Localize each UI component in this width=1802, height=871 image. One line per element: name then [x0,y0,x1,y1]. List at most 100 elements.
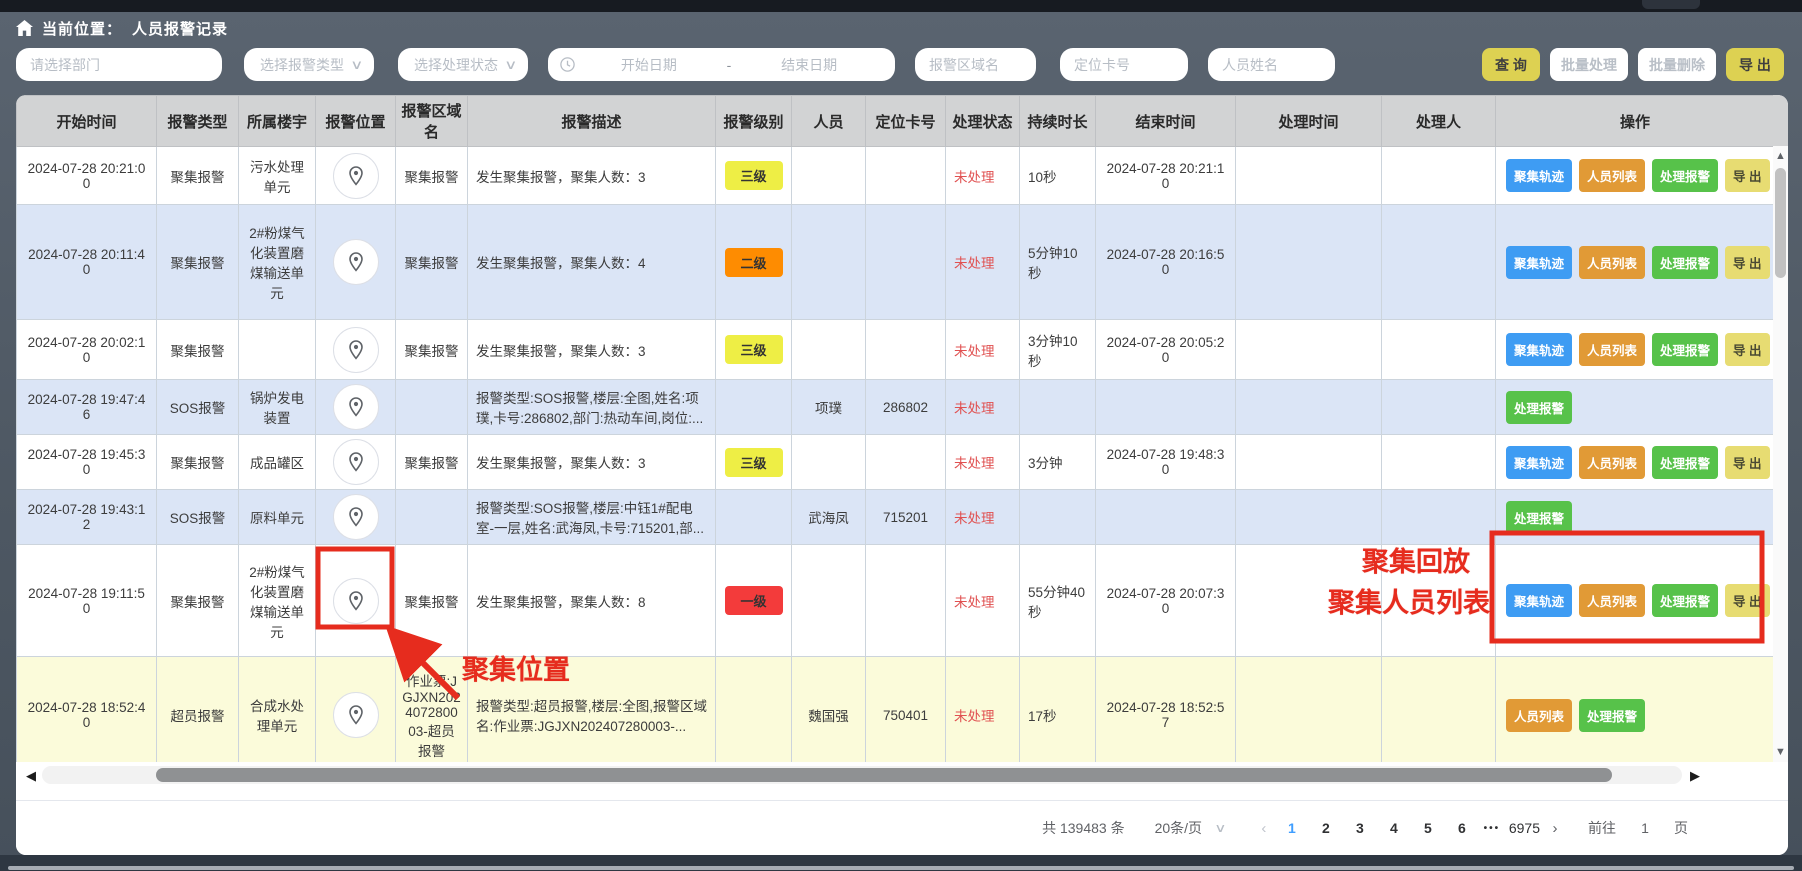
scroll-down-arrow[interactable]: ▼ [1773,746,1788,758]
alarm-type-select[interactable]: 选择报警类型 ∨ [244,48,374,81]
handle-alarm-button[interactable]: 处理报警 [1506,391,1572,424]
handle-status-select[interactable]: 选择处理状态 ∨ [398,48,528,81]
cell-alarm-desc: 报警类型:SOS报警,楼层:中钰1#配电室-一层,姓名:武海凤,卡号:71520… [468,490,716,545]
cluster-track-button[interactable]: 聚集轨迹 [1506,446,1572,479]
location-pin-icon[interactable] [333,384,379,430]
export-row-button[interactable]: 导 出 [1725,159,1769,192]
horizontal-scrollbar[interactable]: ◀ ▶ [16,762,1788,800]
area-name-input[interactable] [915,48,1036,81]
batch-delete-button[interactable]: 批量删除 [1638,48,1716,81]
page-buttons: 123456 [1275,820,1479,836]
next-page-button[interactable]: › [1544,820,1566,837]
cell-end-time [1096,380,1236,435]
handle-alarm-button[interactable]: 处理报警 [1652,446,1718,479]
cell-alarm-desc: 发生聚集报警，聚集人数：3 [468,320,716,380]
cell-actions: 处理报警 [1496,380,1775,435]
cell-actions: 聚集轨迹人员列表处理报警导 出 [1496,147,1775,205]
page-button[interactable]: 2 [1309,820,1343,836]
department-input[interactable] [16,48,222,81]
header-extension [1773,95,1788,147]
location-pin-icon[interactable] [333,439,379,485]
batch-handle-button[interactable]: 批量处理 [1550,48,1628,81]
location-pin-icon[interactable] [333,239,379,285]
cell-card-no: 715201 [866,490,946,545]
page-title: 人员报警记录 [132,18,228,39]
handle-alarm-button[interactable]: 处理报警 [1652,584,1718,617]
cell-handler [1382,435,1496,490]
cell-duration: 5分钟10秒 [1020,205,1096,320]
more-pages[interactable]: ••• [1479,823,1505,834]
handle-alarm-button[interactable]: 处理报警 [1652,333,1718,366]
scroll-right-arrow[interactable]: ▶ [1690,768,1700,784]
cell-card-no [866,205,946,320]
location-pin-icon[interactable] [333,327,379,373]
export-row-button[interactable]: 导 出 [1725,246,1769,279]
cell-actions: 聚集轨迹人员列表处理报警导 出 [1496,205,1775,320]
last-page-button[interactable]: 6975 [1505,820,1544,836]
handle-alarm-button[interactable]: 处理报警 [1652,246,1718,279]
card-number-input[interactable] [1060,48,1188,81]
location-pin-icon[interactable] [333,153,379,199]
end-date-field[interactable]: 结束日期 [735,55,883,75]
vertical-scrollbar[interactable]: ▲ ▼ [1773,146,1788,762]
page-size-select[interactable]: 20条/页 ∨ [1155,818,1225,838]
person-list-button[interactable]: 人员列表 [1579,159,1645,192]
cluster-track-button[interactable]: 聚集轨迹 [1506,333,1572,366]
cell-alarm-type: 聚集报警 [157,435,239,490]
column-header: 定位卡号 [866,96,946,147]
column-header: 开始时间 [17,96,157,147]
person-list-button[interactable]: 人员列表 [1579,246,1645,279]
cluster-track-button[interactable]: 聚集轨迹 [1506,584,1572,617]
export-button[interactable]: 导 出 [1726,48,1784,81]
vertical-scroll-thumb[interactable] [1775,168,1786,278]
page-button[interactable]: 6 [1445,820,1479,836]
filter-bar: 选择报警类型 ∨ 选择处理状态 ∨ 开始日期 - 结束日期 查 询 批量处理 批… [0,48,1802,82]
scroll-up-arrow[interactable]: ▲ [1773,150,1788,162]
handle-alarm-button[interactable]: 处理报警 [1579,699,1645,732]
cell-area-name [396,380,468,435]
page-button[interactable]: 4 [1377,820,1411,836]
cell-handler [1382,380,1496,435]
cell-person: 魏国强 [792,657,866,774]
cell-handle-status: 未处理 [946,320,1020,380]
cell-area-name [396,490,468,545]
goto-page-input[interactable] [1628,819,1662,837]
person-list-button[interactable]: 人员列表 [1579,446,1645,479]
page-button[interactable]: 3 [1343,820,1377,836]
cell-card-no [866,147,946,205]
start-date-field[interactable]: 开始日期 [575,55,723,75]
export-row-button[interactable]: 导 出 [1725,333,1769,366]
handle-alarm-button[interactable]: 处理报警 [1506,501,1572,534]
prev-page-button[interactable]: ‹ [1253,820,1275,837]
cell-start-time: 2024-07-28 19:43:12 [17,490,157,545]
cell-building: 成品罐区 [239,435,316,490]
location-pin-icon[interactable] [333,578,379,624]
person-name-input[interactable] [1208,48,1335,81]
person-list-button[interactable]: 人员列表 [1506,699,1572,732]
chevron-down-icon: ∨ [1214,821,1226,835]
person-list-button[interactable]: 人员列表 [1579,584,1645,617]
export-row-button[interactable]: 导 出 [1725,584,1769,617]
cell-card-no: 750401 [866,657,946,774]
horizontal-scroll-track[interactable] [42,766,1682,784]
total-count: 共 139483 条 [1042,818,1125,838]
cell-start-time: 2024-07-28 20:11:40 [17,205,157,320]
query-button[interactable]: 查 询 [1482,48,1540,81]
horizontal-scroll-thumb[interactable] [156,768,1612,782]
scroll-left-arrow[interactable]: ◀ [26,768,36,784]
export-row-button[interactable]: 导 出 [1725,446,1769,479]
handle-alarm-button[interactable]: 处理报警 [1652,159,1718,192]
table-row: 2024-07-28 19:43:12SOS报警原料单元报警类型:SOS报警,楼… [17,490,1775,545]
cell-building: 2#粉煤气化装置磨煤输送单元 [239,205,316,320]
location-pin-icon[interactable] [333,494,379,540]
page-button[interactable]: 1 [1275,820,1309,836]
cluster-track-button[interactable]: 聚集轨迹 [1506,246,1572,279]
person-list-button[interactable]: 人员列表 [1579,333,1645,366]
location-pin-icon[interactable] [333,692,379,738]
cell-alarm-level [716,380,792,435]
cluster-track-button[interactable]: 聚集轨迹 [1506,159,1572,192]
date-range-picker[interactable]: 开始日期 - 结束日期 [548,48,895,81]
cell-area-name: 聚集报警 [396,320,468,380]
cell-handle-status: 未处理 [946,380,1020,435]
page-button[interactable]: 5 [1411,820,1445,836]
